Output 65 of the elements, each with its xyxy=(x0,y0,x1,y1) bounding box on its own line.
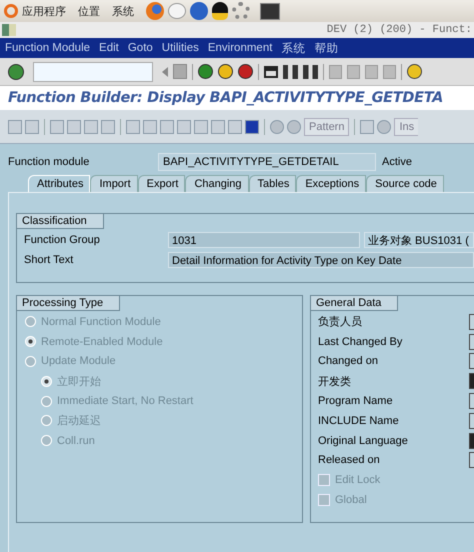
field-label: Function module xyxy=(8,156,90,168)
option-label: 立即开始 xyxy=(57,374,101,389)
tab[interactable]: Exceptions xyxy=(296,175,366,192)
option-label: Coll.run xyxy=(57,434,95,447)
input-field[interactable] xyxy=(469,353,474,370)
command-field[interactable] xyxy=(33,62,153,82)
ubuntu-logo-icon[interactable] xyxy=(4,4,18,18)
input-field[interactable] xyxy=(469,393,474,410)
menu-item[interactable]: Environment xyxy=(208,42,272,54)
field-label: Released on xyxy=(318,454,380,466)
field-label: Short Text xyxy=(24,254,74,266)
circle-icon[interactable] xyxy=(287,120,301,134)
group-title: General Data xyxy=(311,296,398,311)
field-label: Program Name xyxy=(318,395,393,408)
tab[interactable]: Tables xyxy=(248,175,296,192)
group-title: Classification xyxy=(17,214,104,229)
checkbox-label: Global xyxy=(335,494,367,506)
function-module-field[interactable]: BAPI_ACTIVITYTYPE_GETDETAIL xyxy=(158,153,376,171)
page-icon[interactable] xyxy=(329,64,342,78)
tab[interactable]: Export xyxy=(138,175,186,192)
option-label: Update Module xyxy=(41,355,116,368)
input-field[interactable] xyxy=(469,452,474,468)
page-icon[interactable] xyxy=(383,64,396,78)
menu-item[interactable]: Utilities xyxy=(162,42,199,54)
input-field[interactable] xyxy=(469,314,474,330)
input-field[interactable] xyxy=(469,373,474,390)
tab[interactable]: Source code xyxy=(366,175,444,192)
panel-menu[interactable]: 系统 xyxy=(112,4,134,18)
panel-menu[interactable]: 应用程序 xyxy=(22,4,66,18)
menu-item[interactable]: Goto xyxy=(128,42,153,54)
tab[interactable]: Changing xyxy=(185,175,249,192)
checkbox-label: Edit Lock xyxy=(335,474,380,486)
page-icon[interactable] xyxy=(347,64,360,78)
status-text: Active xyxy=(382,156,412,168)
option-label: Remote-Enabled Module xyxy=(41,336,163,348)
option-label: 启动延迟 xyxy=(57,414,101,428)
menu-item[interactable]: Edit xyxy=(99,42,119,54)
field-label: Function Group xyxy=(24,234,101,246)
short-text-field[interactable]: Detail Information for Activity Type on Key Date xyxy=(168,252,474,268)
menu-item[interactable]: Function Module xyxy=(5,42,90,54)
page-icon[interactable] xyxy=(365,64,378,78)
screen-title: Function Builder: Display BAPI_ACTIVITYTYPE_GETDETA xyxy=(0,86,474,110)
group-title: Processing Type xyxy=(17,296,120,311)
input-field[interactable] xyxy=(469,334,474,350)
circle-icon[interactable] xyxy=(270,120,284,134)
globe-icon[interactable] xyxy=(146,2,164,20)
field-label: 负责人员 xyxy=(318,314,362,330)
input-field[interactable] xyxy=(469,412,474,429)
menu-item[interactable]: 帮助 xyxy=(314,40,338,56)
input-field[interactable] xyxy=(469,432,474,449)
option-label: Immediate Start, No Restart xyxy=(57,395,194,408)
terminal-icon[interactable] xyxy=(260,2,280,20)
option-label: Normal Function Module xyxy=(41,316,161,328)
window-title: DEV (2) (200) - Funct: xyxy=(326,24,472,36)
tab[interactable]: Attributes xyxy=(28,175,90,192)
description-field[interactable]: 业务对象 BUS1031 ( xyxy=(364,232,474,248)
menu-item[interactable]: 系统 xyxy=(281,40,306,56)
function-group-field[interactable]: 1031 xyxy=(168,232,360,248)
panel-menu[interactable]: 位置 xyxy=(78,4,100,18)
tab[interactable]: Import xyxy=(90,175,138,192)
field-label: 开发类 xyxy=(318,374,351,389)
field-label: Last Changed By xyxy=(318,336,402,348)
field-label: Original Language xyxy=(318,434,408,447)
field-label: INCLUDE Name xyxy=(318,414,399,427)
field-label: Changed on xyxy=(318,355,378,368)
